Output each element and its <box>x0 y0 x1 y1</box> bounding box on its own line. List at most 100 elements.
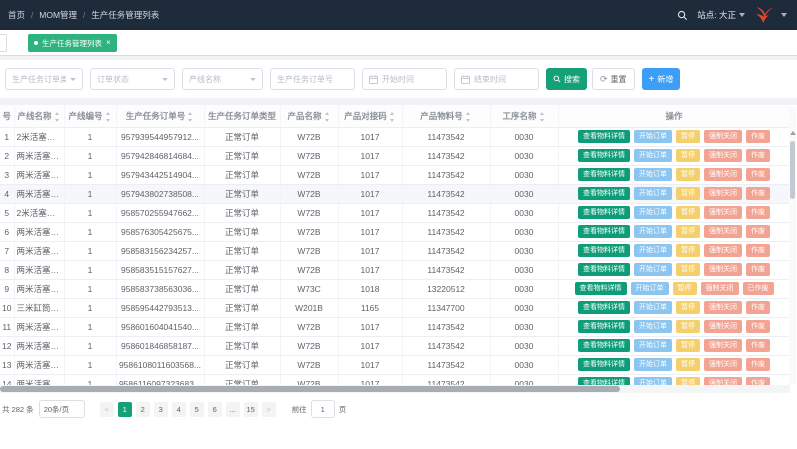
order-type-select[interactable]: 生产任务订单类型 <box>5 68 83 90</box>
page-button-3[interactable]: 3 <box>154 402 168 417</box>
vertical-scrollbar-thumb[interactable] <box>790 141 795 199</box>
view-material-button[interactable]: 查看物料详情 <box>578 320 630 333</box>
search-button[interactable]: 搜索 <box>546 68 587 90</box>
view-material-button[interactable]: 查看物料详情 <box>578 225 630 238</box>
void-button[interactable]: 作废 <box>746 130 770 143</box>
force-close-button[interactable]: 强制关闭 <box>704 206 742 219</box>
force-close-button[interactable]: 强制关闭 <box>704 149 742 162</box>
tab-production-task-list[interactable]: 生产任务管理列表 × <box>28 34 117 52</box>
column-header-产品名称[interactable]: 产品名称 <box>280 105 338 127</box>
column-header-产线编号[interactable]: 产线编号 <box>64 105 116 127</box>
void-button[interactable]: 作废 <box>746 149 770 162</box>
force-close-button[interactable]: 强制关闭 <box>704 358 742 371</box>
horizontal-scrollbar-thumb[interactable] <box>0 386 620 392</box>
start-order-button[interactable]: 开始订单 <box>634 149 672 162</box>
view-material-button[interactable]: 查看物料详情 <box>578 358 630 371</box>
column-header-产线名称[interactable]: 产线名称 <box>14 105 64 127</box>
view-material-button[interactable]: 查看物料详情 <box>578 244 630 257</box>
force-close-button[interactable]: 强制关闭 <box>704 168 742 181</box>
order-status-select[interactable]: 订单状态 <box>90 68 175 90</box>
start-order-button[interactable]: 开始订单 <box>634 225 672 238</box>
void-button[interactable]: 作废 <box>746 301 770 314</box>
void-button[interactable]: 作废 <box>746 320 770 333</box>
start-time-picker[interactable]: 开始时间 <box>362 68 447 90</box>
start-order-button[interactable]: 开始订单 <box>634 339 672 352</box>
breadcrumb-home[interactable]: 首页 <box>8 9 25 21</box>
search-icon[interactable] <box>677 10 688 21</box>
start-order-button[interactable]: 开始订单 <box>634 168 672 181</box>
pause-button[interactable]: 暂停 <box>676 130 700 143</box>
page-button-2[interactable]: 2 <box>136 402 150 417</box>
void-button[interactable]: 作废 <box>746 358 770 371</box>
force-close-button[interactable]: 强制关闭 <box>704 225 742 238</box>
reset-button[interactable]: ⟳ 重置 <box>592 68 635 90</box>
view-material-button[interactable]: 查看物料详情 <box>578 263 630 276</box>
column-header-工序名称[interactable]: 工序名称 <box>490 105 558 127</box>
start-order-button[interactable]: 开始订单 <box>634 130 672 143</box>
void-button[interactable]: 作废 <box>746 225 770 238</box>
scroll-up-arrow-icon[interactable] <box>790 131 796 135</box>
sort-caret-icon[interactable] <box>105 112 112 122</box>
prev-page-button[interactable]: < <box>100 402 114 417</box>
force-close-button[interactable]: 强制关闭 <box>704 244 742 257</box>
force-close-button[interactable]: 强制关闭 <box>704 339 742 352</box>
page-button-1[interactable]: 1 <box>118 402 132 417</box>
void-button[interactable]: 作废 <box>746 187 770 200</box>
sort-caret-icon[interactable] <box>324 112 331 122</box>
page-size-select[interactable]: 20条/页 <box>39 400 85 418</box>
force-close-button[interactable]: 强制关闭 <box>704 187 742 200</box>
close-icon[interactable]: × <box>106 39 111 47</box>
horizontal-scrollbar[interactable] <box>0 385 790 393</box>
force-close-button[interactable]: 强制关闭 <box>701 282 739 295</box>
start-order-button[interactable]: 开始订单 <box>634 187 672 200</box>
force-close-button[interactable]: 强制关闭 <box>704 301 742 314</box>
sort-caret-icon[interactable] <box>54 112 61 122</box>
void-button[interactable]: 作废 <box>746 206 770 219</box>
view-material-button[interactable]: 查看物料详情 <box>578 339 630 352</box>
page-button-15[interactable]: 15 <box>244 402 258 417</box>
sort-caret-icon[interactable] <box>187 112 194 122</box>
start-order-button[interactable]: 开始订单 <box>631 282 669 295</box>
pause-button[interactable]: 暂停 <box>676 187 700 200</box>
tab-clipped[interactable] <box>0 34 7 52</box>
sort-caret-icon[interactable] <box>539 112 546 122</box>
pause-button[interactable]: 暂停 <box>676 320 700 333</box>
page-button-6[interactable]: 6 <box>208 402 222 417</box>
page-button-5[interactable]: 5 <box>190 402 204 417</box>
force-close-button[interactable]: 强制关闭 <box>704 320 742 333</box>
pause-button[interactable]: 暂停 <box>676 206 700 219</box>
start-order-button[interactable]: 开始订单 <box>634 244 672 257</box>
start-order-button[interactable]: 开始订单 <box>634 301 672 314</box>
void-button[interactable]: 已作废 <box>743 282 774 295</box>
start-order-button[interactable]: 开始订单 <box>634 358 672 371</box>
user-menu[interactable] <box>754 5 787 25</box>
breadcrumb-mom[interactable]: MOM管理 <box>39 9 77 21</box>
void-button[interactable]: 作废 <box>746 263 770 276</box>
view-material-button[interactable]: 查看物料详情 <box>578 301 630 314</box>
page-button-4[interactable]: 4 <box>172 402 186 417</box>
pause-button[interactable]: 暂停 <box>676 339 700 352</box>
view-material-button[interactable]: 查看物料详情 <box>578 187 630 200</box>
goto-page-input[interactable]: 1 <box>311 400 335 418</box>
end-time-picker[interactable]: 结束时间 <box>454 68 539 90</box>
column-header-生产任务订单号[interactable]: 生产任务订单号 <box>116 105 204 127</box>
void-button[interactable]: 作废 <box>746 168 770 181</box>
pause-button[interactable]: 暂停 <box>676 225 700 238</box>
sort-caret-icon[interactable] <box>465 112 472 122</box>
order-no-input[interactable]: 生产任务订单号 <box>270 68 355 90</box>
sort-caret-icon[interactable] <box>389 112 396 122</box>
site-selector[interactable]: 站点: 大正 <box>697 9 745 21</box>
next-page-button[interactable]: > <box>262 402 276 417</box>
pause-button[interactable]: 暂停 <box>676 358 700 371</box>
view-material-button[interactable]: 查看物料详情 <box>578 206 630 219</box>
start-order-button[interactable]: 开始订单 <box>634 206 672 219</box>
column-header-产品物料号[interactable]: 产品物料号 <box>402 105 490 127</box>
pause-button[interactable]: 暂停 <box>676 168 700 181</box>
vertical-scrollbar[interactable] <box>789 107 796 385</box>
pause-button[interactable]: 暂停 <box>676 301 700 314</box>
view-material-button[interactable]: 查看物料详情 <box>578 149 630 162</box>
line-name-select[interactable]: 产线名称 <box>182 68 263 90</box>
pause-button[interactable]: 暂停 <box>676 149 700 162</box>
pause-button[interactable]: 暂停 <box>673 282 697 295</box>
view-material-button[interactable]: 查看物料详情 <box>575 282 627 295</box>
